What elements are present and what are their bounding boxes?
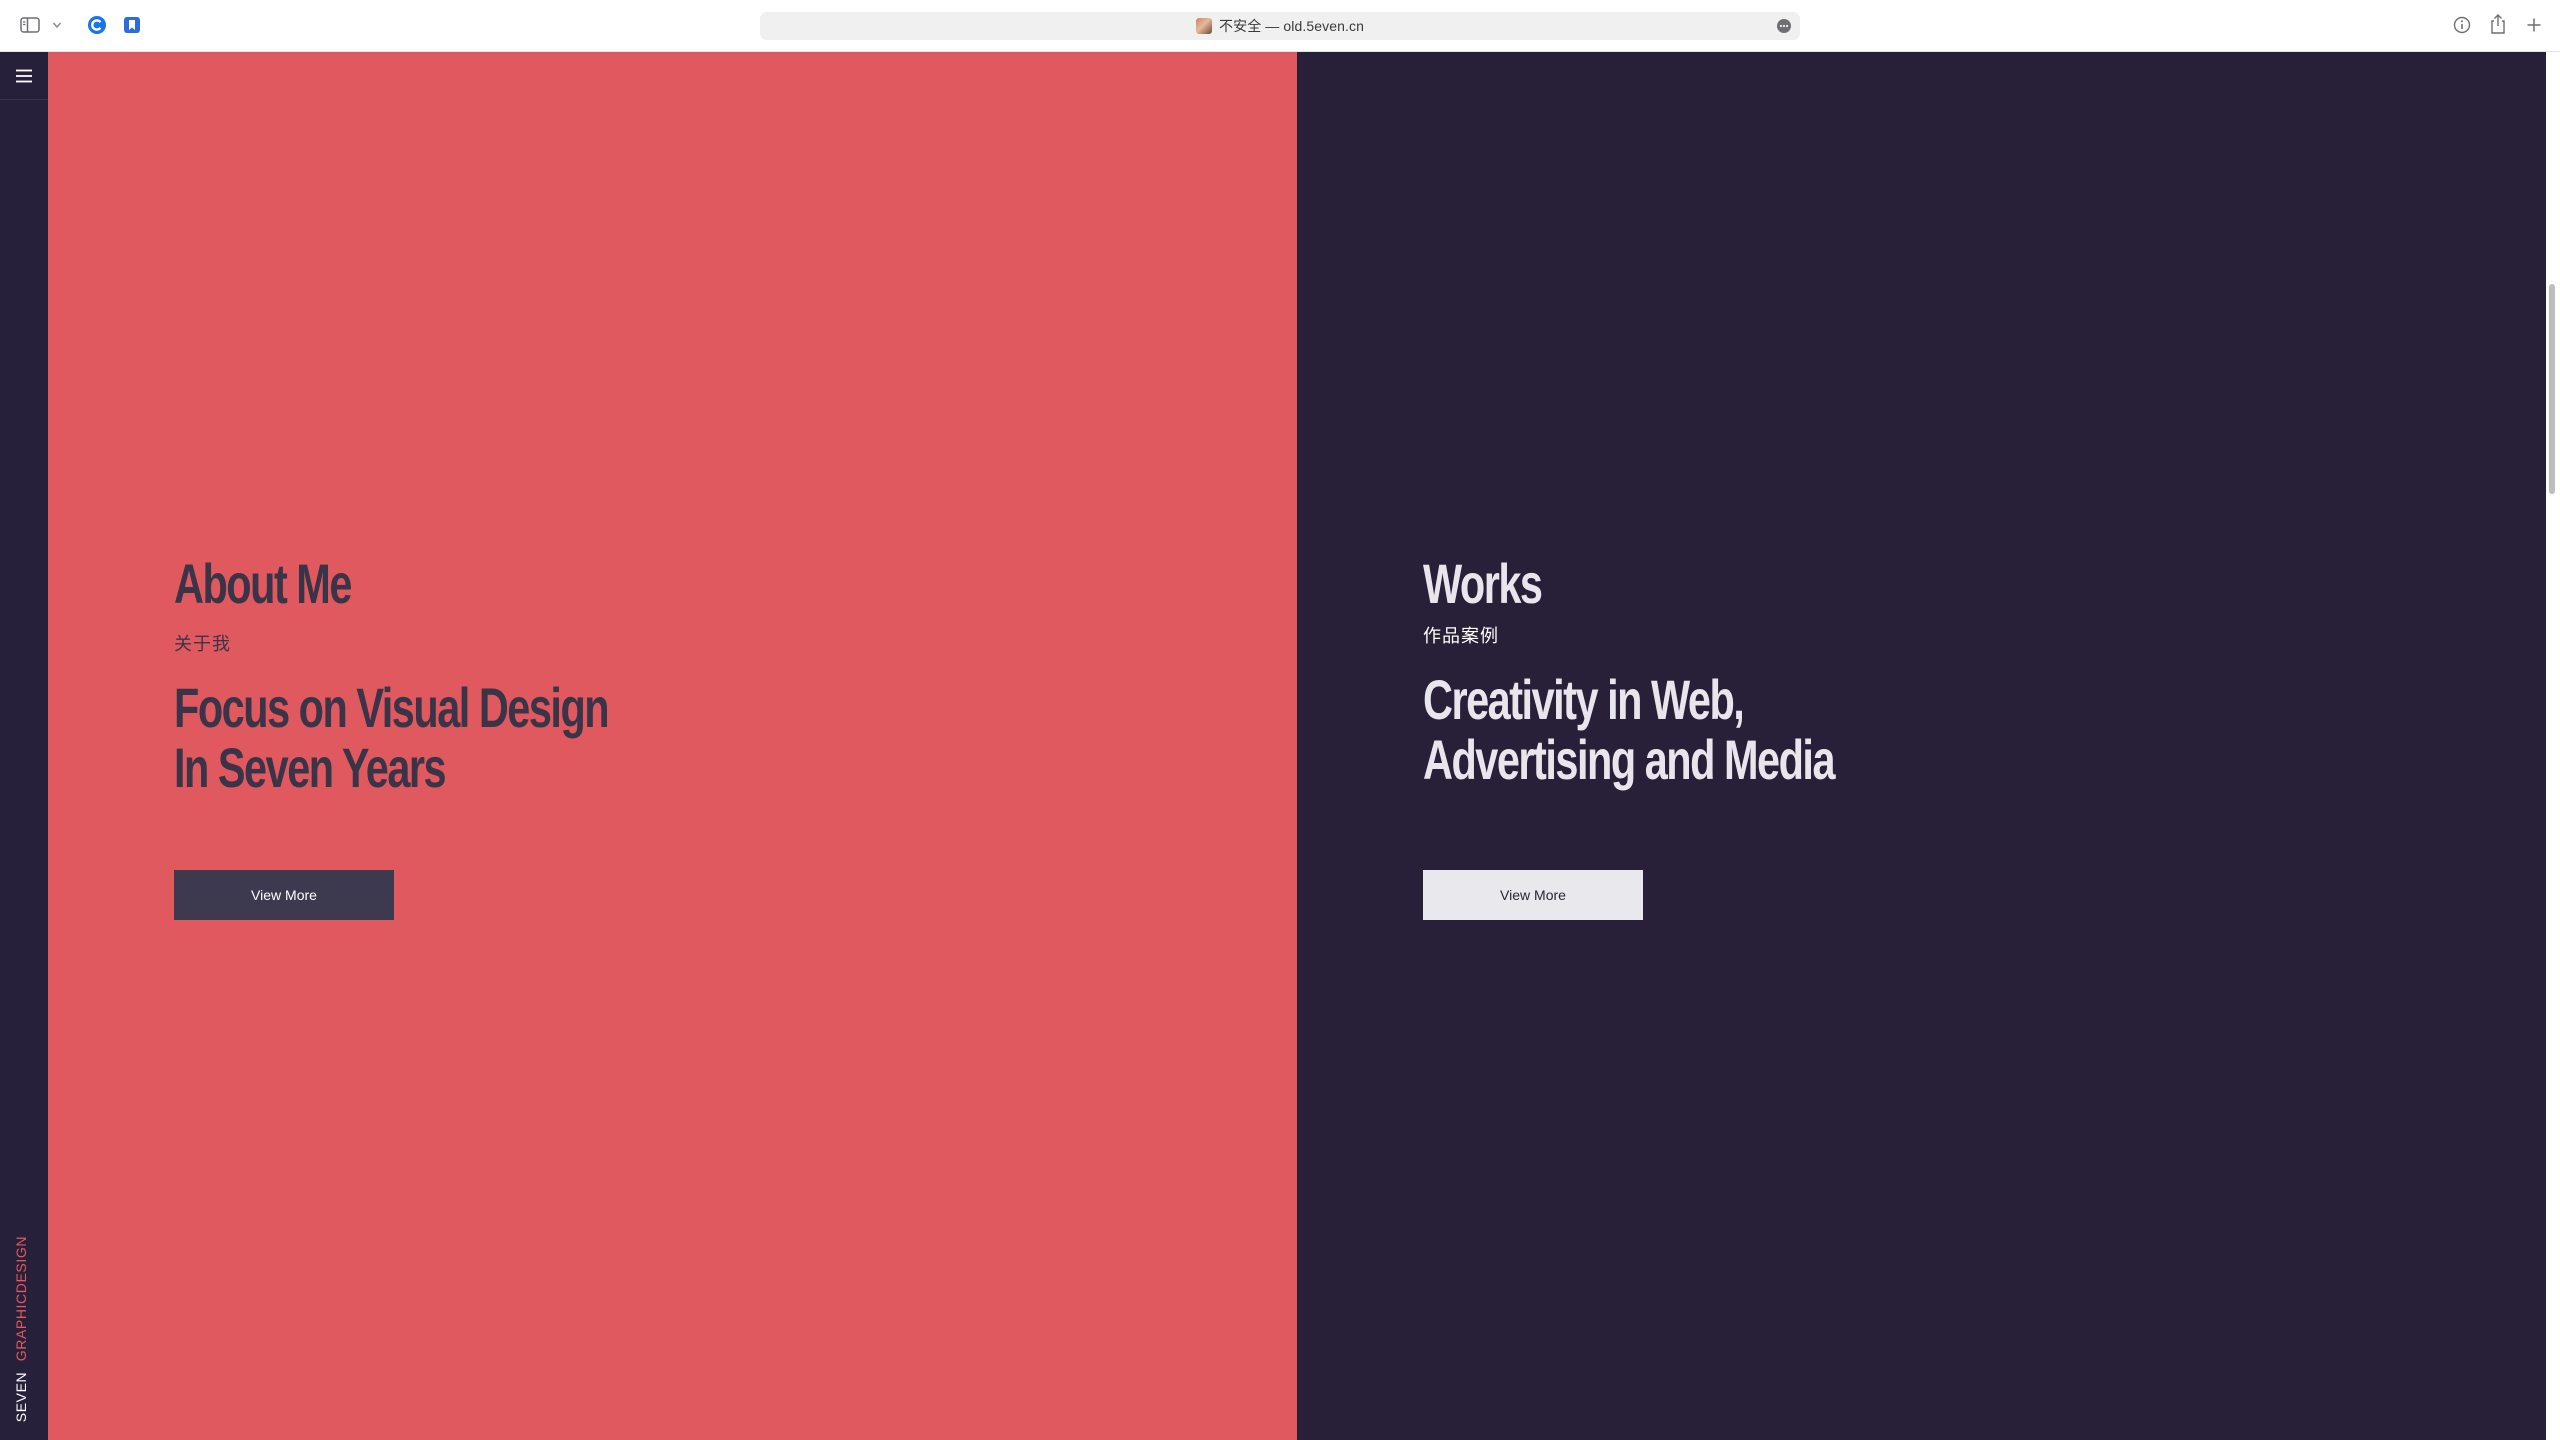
works-content: Works 作品案例 Creativity in Web, Advertisin… (1423, 552, 1978, 920)
url-text: 不安全 — old.5even.cn (1219, 18, 1364, 34)
extension-icon[interactable] (86, 14, 108, 36)
hamburger-icon[interactable] (0, 52, 48, 100)
brand-word-seven: SEVEN (13, 1371, 29, 1422)
about-tagline-line1: Focus on Visual Design (174, 676, 610, 739)
works-tagline-line1: Creativity in Web, (1423, 668, 1745, 731)
about-view-more-button[interactable]: View More (174, 870, 394, 920)
scrollbar-thumb[interactable] (2549, 284, 2555, 494)
about-tagline: Focus on Visual Design In Seven Years (174, 676, 610, 799)
about-content: About Me 关于我 Focus on Visual Design In S… (174, 552, 761, 920)
works-panel[interactable]: Works 作品案例 Creativity in Web, Advertisin… (1297, 52, 2546, 1440)
works-tagline: Creativity in Web, Advertising and Media (1423, 668, 1836, 791)
about-panel[interactable]: About Me 关于我 Focus on Visual Design In S… (48, 52, 1297, 1440)
share-icon[interactable] (2487, 12, 2509, 36)
page-scrollbar[interactable] (2546, 52, 2560, 1440)
works-view-more-button[interactable]: View More (1423, 870, 1643, 920)
brand-word-graphicdesign: GRAPHICDESIGN (13, 1235, 29, 1362)
address-bar[interactable]: 不安全 — old.5even.cn (760, 12, 1800, 40)
works-title: Works (1423, 552, 1543, 615)
reader-icon[interactable] (1776, 18, 1792, 34)
brand-vertical[interactable]: SEVEN GRAPHICDESIGN (13, 1236, 29, 1422)
info-icon[interactable] (2451, 14, 2473, 36)
bookmark-extension-icon[interactable] (121, 14, 143, 36)
works-subtitle-cn: 作品案例 (1423, 626, 1499, 646)
works-tagline-line2: Advertising and Media (1423, 728, 1836, 791)
site-favicon-icon (1196, 18, 1212, 34)
sidebar-icon[interactable] (18, 15, 42, 35)
about-tagline-line2: In Seven Years (174, 736, 447, 799)
about-subtitle-cn: 关于我 (174, 634, 231, 654)
browser-toolbar: 不安全 — old.5even.cn (0, 0, 2560, 52)
plus-icon[interactable] (2523, 14, 2545, 36)
side-rail: SEVEN GRAPHICDESIGN (0, 52, 48, 1440)
about-title: About Me (174, 552, 352, 615)
chevron-down-icon[interactable] (50, 18, 64, 32)
web-page: SEVEN GRAPHICDESIGN About Me 关于我 Focus o… (0, 52, 2560, 1440)
